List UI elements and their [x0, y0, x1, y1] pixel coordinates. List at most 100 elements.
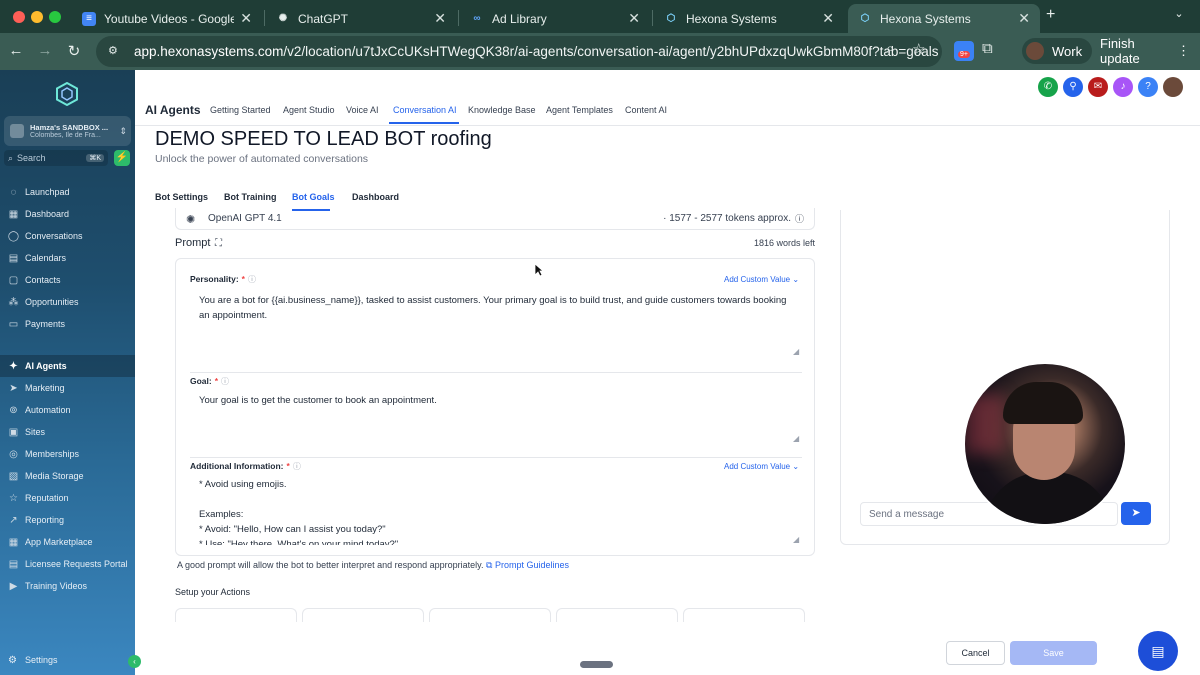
- new-tab-icon[interactable]: +: [1046, 6, 1055, 24]
- tab-getting-started[interactable]: Getting Started: [210, 105, 271, 115]
- sidebar-item-ai-agents[interactable]: ✦ AI Agents: [0, 355, 135, 377]
- site-settings-icon[interactable]: ⚙: [108, 44, 124, 60]
- sidebar-item-sites[interactable]: ▣ Sites: [0, 421, 135, 443]
- help-question-icon[interactable]: ?: [1138, 77, 1158, 97]
- tab-agent-templates[interactable]: Agent Templates: [546, 105, 613, 115]
- sidebar-item-calendars[interactable]: ▤ Calendars: [0, 247, 135, 269]
- send-message-button[interactable]: ➤: [1121, 502, 1151, 525]
- tab-list-chevron-icon[interactable]: ⌄: [1170, 7, 1188, 25]
- help-circle-icon[interactable]: ⓘ: [221, 377, 229, 386]
- model-selector[interactable]: ✺ OpenAI GPT 4.1 · 1577 - 2577 tokens ap…: [175, 208, 815, 230]
- tab-bot-settings[interactable]: Bot Settings: [155, 192, 208, 202]
- chat-bubble-icon: ◯: [7, 230, 20, 242]
- browser-tab-google-docs[interactable]: ≡ Youtube Videos - Google Doc ✕: [72, 4, 262, 33]
- sidebar-item-reporting[interactable]: ↗ Reporting: [0, 509, 135, 531]
- tab-content-ai[interactable]: Content AI: [625, 105, 667, 115]
- tab-dashboard[interactable]: Dashboard: [352, 192, 399, 202]
- sidebar-item-payments[interactable]: ▭ Payments: [0, 313, 135, 335]
- sidebar-item-media-storage[interactable]: ▧ Media Storage: [0, 465, 135, 487]
- tab-voice-ai[interactable]: Voice AI: [346, 105, 379, 115]
- phone-icon[interactable]: ✆: [1038, 77, 1058, 97]
- close-tab-icon[interactable]: ✕: [628, 10, 640, 27]
- profile-button[interactable]: Work: [1022, 38, 1093, 64]
- add-custom-value-personality[interactable]: Add Custom Value ⌄: [724, 275, 799, 284]
- sidebar-item-training-videos[interactable]: ▶ Training Videos: [0, 575, 135, 597]
- sidebar-item-opportunities[interactable]: ⁂ Opportunities: [0, 291, 135, 313]
- scroll-handle[interactable]: [580, 661, 613, 668]
- sidebar-item-label: Dashboard: [25, 209, 70, 219]
- forward-arrow-icon[interactable]: →: [36, 42, 54, 59]
- quick-link-icon[interactable]: ⚲: [1063, 77, 1083, 97]
- action-card[interactable]: [175, 608, 297, 622]
- goal-textarea[interactable]: Your goal is to get the customer to book…: [199, 393, 794, 408]
- prompt-guidelines-link[interactable]: ⧉ Prompt Guidelines: [486, 560, 569, 570]
- sidebar-search[interactable]: ⌕ Search ⌘K: [4, 150, 108, 166]
- tab-conversation-ai[interactable]: Conversation AI: [393, 105, 457, 115]
- sidebar-item-app-marketplace[interactable]: ▦ App Marketplace: [0, 531, 135, 553]
- action-card[interactable]: [683, 608, 805, 622]
- browser-tab-ad-library[interactable]: ∞ Ad Library ✕: [460, 4, 650, 33]
- help-circle-icon[interactable]: ⓘ: [248, 275, 256, 284]
- resize-handle-icon[interactable]: ◢: [793, 535, 799, 544]
- close-tab-icon[interactable]: ✕: [1018, 10, 1030, 27]
- cancel-button[interactable]: Cancel: [946, 641, 1005, 665]
- expand-icon[interactable]: ⛶: [215, 238, 222, 249]
- sidebar-item-dashboard[interactable]: ▦ Dashboard: [0, 203, 135, 225]
- sidebar-item-settings[interactable]: ⚙ Settings: [0, 649, 100, 671]
- required-mark: *: [286, 461, 290, 471]
- resize-handle-icon[interactable]: ◢: [793, 434, 799, 443]
- zoom-search-icon[interactable]: ⌕: [886, 40, 894, 57]
- sidebar-item-memberships[interactable]: ◎ Memberships: [0, 443, 135, 465]
- quick-action-lightning-icon[interactable]: ⚡: [114, 150, 130, 166]
- extension-icon[interactable]: 9+: [954, 41, 974, 61]
- sidebar-item-launchpad[interactable]: ◌ Launchpad: [0, 181, 135, 203]
- add-custom-value-additional[interactable]: Add Custom Value ⌄: [724, 462, 799, 471]
- browser-tab-hexona-1[interactable]: ⬡ Hexona Systems ✕: [654, 4, 844, 33]
- notification-bell-icon[interactable]: ♪: [1113, 77, 1133, 97]
- bookmark-star-icon[interactable]: ☆: [912, 40, 925, 58]
- payments-icon: ▭: [8, 318, 19, 330]
- help-circle-icon[interactable]: ⓘ: [293, 462, 301, 471]
- resize-handle-icon[interactable]: ◢: [793, 347, 799, 356]
- user-avatar[interactable]: [1163, 77, 1183, 97]
- action-card[interactable]: [429, 608, 551, 622]
- save-button[interactable]: Save: [1010, 641, 1097, 665]
- personality-textarea[interactable]: You are a bot for {{ai.business_name}}, …: [199, 293, 794, 323]
- action-card[interactable]: [302, 608, 424, 622]
- app-logo[interactable]: [56, 82, 78, 106]
- sidebar-item-licensee-requests[interactable]: ▤ Licensee Requests Portal: [0, 553, 135, 575]
- address-bar[interactable]: ⚙ app.hexonasystems.com/v2/location/u7tJ…: [96, 36, 942, 67]
- sidebar-item-contacts[interactable]: ▢ Contacts: [0, 269, 135, 291]
- megaphone-icon[interactable]: ✉: [1088, 77, 1108, 97]
- portal-icon: ▤: [8, 558, 19, 570]
- sidebar-item-marketing[interactable]: ➤ Marketing: [0, 377, 135, 399]
- info-icon[interactable]: ⓘ: [795, 212, 804, 225]
- support-chat-icon[interactable]: ▤: [1138, 631, 1178, 671]
- collapse-sidebar-icon[interactable]: ‹: [128, 655, 141, 668]
- close-tab-icon[interactable]: ✕: [240, 10, 252, 27]
- back-arrow-icon[interactable]: ←: [7, 42, 25, 59]
- browser-tab-chatgpt[interactable]: ✺ ChatGPT ✕: [266, 4, 456, 33]
- additional-info-textarea[interactable]: * Avoid using emojis. Examples: * Avoid:…: [199, 477, 794, 545]
- profile-label: Work: [1052, 43, 1083, 59]
- sidebar-item-reputation[interactable]: ☆ Reputation: [0, 487, 135, 509]
- minimize-window-button[interactable]: [31, 11, 43, 23]
- close-tab-icon[interactable]: ✕: [822, 10, 834, 27]
- tab-agent-studio[interactable]: Agent Studio: [283, 105, 335, 115]
- finish-update-button[interactable]: Finish update ⋮: [1090, 36, 1200, 66]
- sparkle-icon: ✦: [9, 360, 18, 372]
- close-window-button[interactable]: [13, 11, 25, 23]
- extensions-puzzle-icon[interactable]: ⧉: [982, 40, 993, 57]
- actions-label: Setup your Actions: [175, 587, 251, 597]
- close-tab-icon[interactable]: ✕: [434, 10, 446, 27]
- maximize-window-button[interactable]: [49, 11, 61, 23]
- action-card[interactable]: [556, 608, 678, 622]
- account-switcher[interactable]: Hamza's SANDBOX ... Colombes, Ile de Fra…: [4, 116, 131, 146]
- browser-tab-hexona-active[interactable]: ⬡ Hexona Systems ✕: [848, 4, 1040, 33]
- sidebar-item-conversations[interactable]: ◯ Conversations: [0, 225, 135, 247]
- sidebar-item-automation[interactable]: ⊚ Automation: [0, 399, 135, 421]
- reload-icon[interactable]: ↻: [65, 42, 83, 60]
- tab-bot-training[interactable]: Bot Training: [224, 192, 277, 202]
- tab-bot-goals[interactable]: Bot Goals: [292, 192, 335, 202]
- tab-knowledge-base[interactable]: Knowledge Base: [468, 105, 536, 115]
